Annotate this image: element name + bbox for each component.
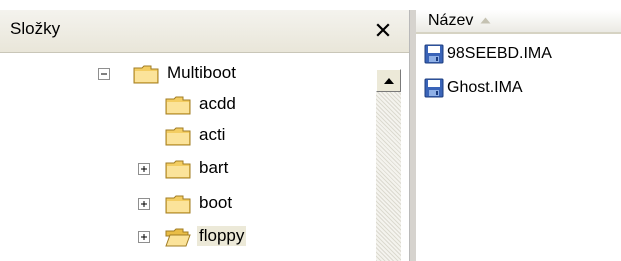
file-name: Ghost.IMA [447,79,523,96]
floppy-disk-icon [424,44,444,64]
folder-closed-icon [165,127,191,146]
close-button[interactable] [371,17,395,43]
scroll-track[interactable] [376,92,401,261]
tree-item-label: Multiboot [167,63,236,82]
close-icon [376,23,390,37]
tree-item-label: acdd [199,94,236,113]
expand-expander[interactable] [138,163,150,175]
plus-icon [141,234,147,240]
expand-expander[interactable] [138,231,150,243]
minus-icon [101,73,107,75]
tree-item-label: boot [199,193,233,212]
folders-pane-header: Složky [0,10,409,53]
file-item[interactable]: 98SEEBD.IMA [424,42,552,66]
partial-text-strip [0,0,621,10]
folder-closed-icon [133,65,159,84]
folder-closed-icon [165,195,191,214]
folders-pane: Složky Multiboot acdd acti bart boot flo… [0,10,410,261]
tree-item-boot[interactable]: boot [0,189,368,219]
tree-item-multiboot[interactable]: Multiboot [0,59,368,89]
folder-closed-icon [165,160,191,179]
name-column-header[interactable]: Název [416,10,621,34]
folder-open-icon [165,228,191,247]
tree-item-acdd[interactable]: acdd [0,90,368,120]
file-name: 98SEEBD.IMA [447,45,552,62]
folders-pane-title: Složky [10,19,61,38]
sort-ascending-icon [480,17,491,24]
collapse-expander[interactable] [98,68,110,80]
plus-icon [141,166,147,172]
name-column-label: Název [428,12,474,29]
floppy-disk-icon [424,78,444,98]
tree-item-label: acti [199,125,226,144]
tree-item-floppy[interactable]: floppy [0,222,368,252]
expand-expander[interactable] [138,198,150,210]
arrow-up-icon [383,77,394,84]
tree-item-label: bart [199,158,229,177]
scroll-up-button[interactable] [376,69,401,92]
tree-item-bart[interactable]: bart [0,154,368,184]
tree-item-acti[interactable]: acti [0,121,368,151]
folder-closed-icon [165,96,191,115]
files-pane: Název 98SEEBD.IMA Ghost.IMA [410,10,621,261]
folder-tree: Multiboot acdd acti bart boot floppy [0,53,368,261]
file-item[interactable]: Ghost.IMA [424,76,523,100]
vertical-scrollbar[interactable] [368,53,409,261]
tree-item-label: floppy [197,226,247,246]
plus-icon [141,201,147,207]
